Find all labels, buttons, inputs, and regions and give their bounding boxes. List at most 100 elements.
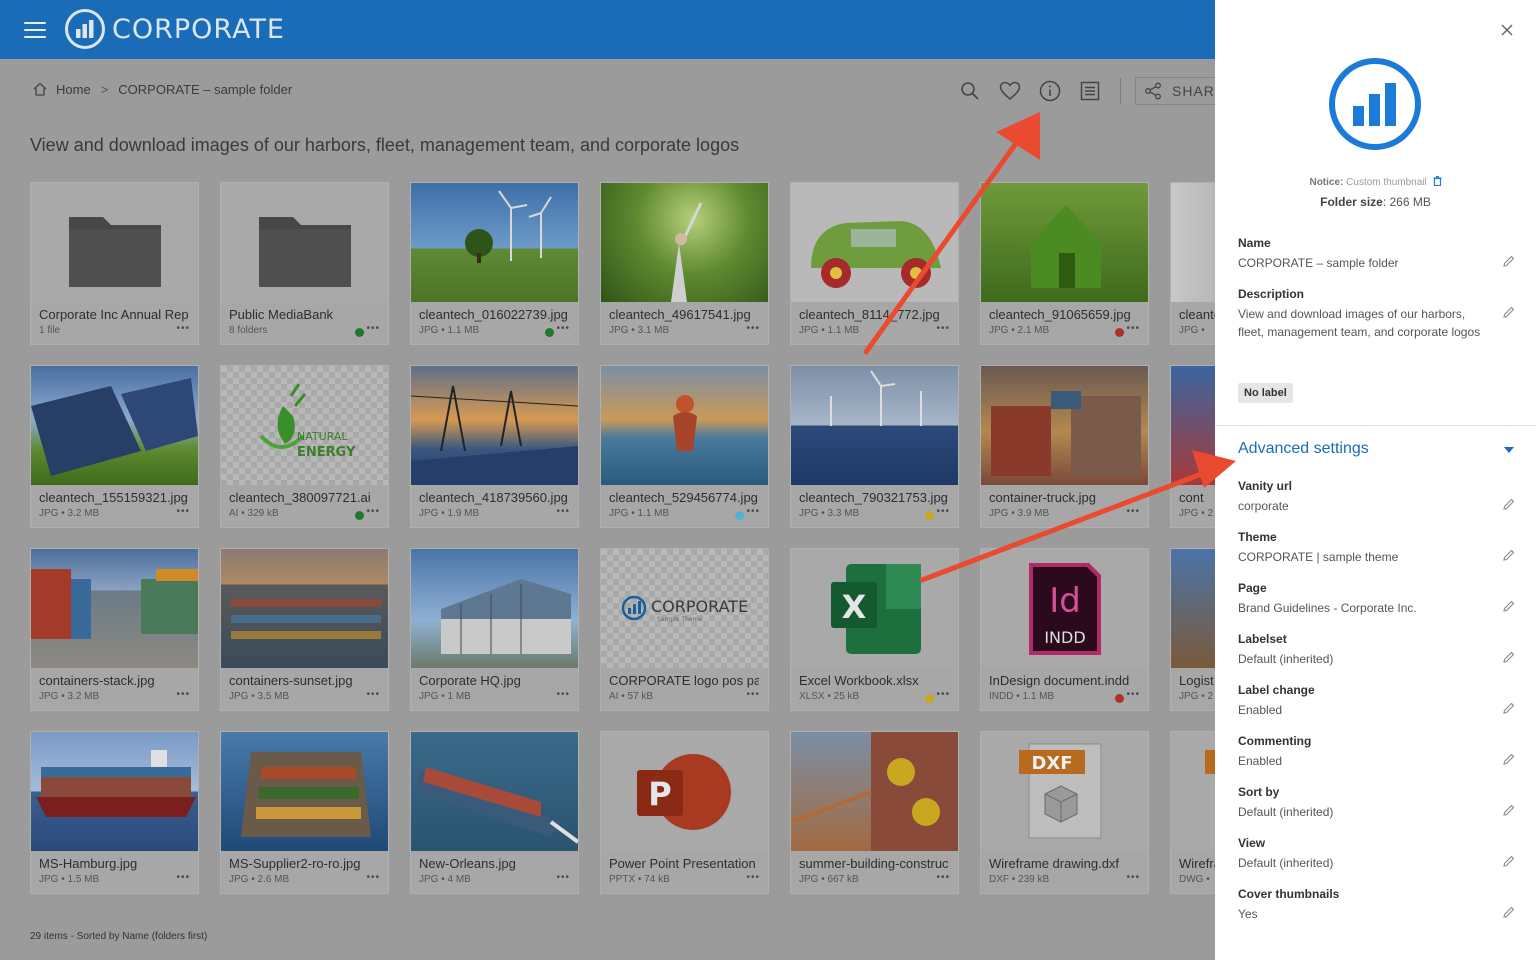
green-car-thumbnail: [791, 183, 958, 302]
setting-label: Cover thumbnails: [1238, 887, 1340, 901]
ship-new-orleans-thumbnail: [411, 732, 578, 851]
asset-card[interactable]: summer-building-construc JPG • 667 kB ••…: [790, 731, 959, 894]
indd-letters: Id: [1049, 581, 1081, 621]
share-button[interactable]: SHARE: [1135, 77, 1215, 105]
asset-card[interactable]: cleantech_8114_772.jpg JPG • 1.1 MB •••: [790, 182, 959, 345]
advanced-settings-toggle[interactable]: Advanced settings: [1238, 440, 1369, 458]
item-meta: JPG • 1.5 MB: [39, 874, 100, 885]
details-list-icon[interactable]: [1078, 79, 1102, 103]
more-options-icon[interactable]: •••: [556, 506, 570, 517]
asset-card[interactable]: Wirefra DWG •: [1170, 731, 1215, 894]
edit-icon[interactable]: [1502, 854, 1516, 868]
asset-card[interactable]: cleantech_155159321.jpg JPG • 3.2 MB •••: [30, 365, 199, 528]
edit-icon[interactable]: [1502, 650, 1516, 664]
more-options-icon[interactable]: •••: [176, 323, 190, 334]
plane-thumbnail: [1171, 366, 1215, 485]
folder-description: View and download images of our harbors,…: [30, 135, 740, 155]
more-options-icon[interactable]: •••: [1126, 506, 1140, 517]
more-options-icon[interactable]: •••: [176, 506, 190, 517]
status-dot: [735, 511, 744, 520]
folder-card[interactable]: Corporate Inc Annual Rep 1 file •••: [30, 182, 199, 345]
more-options-icon[interactable]: •••: [1126, 323, 1140, 334]
asset-card[interactable]: Corporate HQ.jpg JPG • 1 MB •••: [410, 548, 579, 711]
more-options-icon[interactable]: •••: [556, 689, 570, 700]
edit-icon[interactable]: [1502, 752, 1516, 766]
asset-card[interactable]: MS-Hamburg.jpg JPG • 1.5 MB •••: [30, 731, 199, 894]
more-options-icon[interactable]: •••: [746, 689, 760, 700]
more-options-icon[interactable]: •••: [1126, 872, 1140, 883]
asset-card[interactable]: P Power Point Presentation PPTX • 74 kB …: [600, 731, 769, 894]
asset-card[interactable]: X Excel Workbook.xlsx XLSX • 25 kB •••: [790, 548, 959, 711]
more-options-icon[interactable]: •••: [176, 689, 190, 700]
edit-icon[interactable]: [1502, 905, 1516, 919]
edit-icon[interactable]: [1502, 497, 1516, 511]
edit-icon[interactable]: [1502, 599, 1516, 613]
item-meta: JPG • 2.1 MB: [989, 325, 1050, 336]
more-options-icon[interactable]: •••: [366, 872, 380, 883]
more-options-icon[interactable]: •••: [936, 323, 950, 334]
status-dot: [925, 694, 934, 703]
more-options-icon[interactable]: •••: [556, 323, 570, 334]
search-icon[interactable]: [958, 79, 982, 103]
asset-card[interactable]: containers-stack.jpg JPG • 3.2 MB •••: [30, 548, 199, 711]
forest-thumbnail: [601, 183, 768, 302]
status-dot: [1115, 694, 1124, 703]
asset-card[interactable]: DXF Wireframe drawing.dxf DXF • 239 kB •…: [980, 731, 1149, 894]
share-icon: [1145, 82, 1161, 100]
item-meta: 8 folders: [229, 325, 268, 336]
folder-card[interactable]: Public MediaBank 8 folders •••: [220, 182, 389, 345]
asset-card[interactable]: cleantech_418739560.jpg JPG • 1.9 MB •••: [410, 365, 579, 528]
asset-card[interactable]: cont JPG • 2: [1170, 365, 1215, 528]
asset-card[interactable]: cleantech_529456774.jpg JPG • 1.1 MB •••: [600, 365, 769, 528]
info-icon[interactable]: [1038, 79, 1062, 103]
setting-label-change: Label change Enabled: [1238, 683, 1498, 719]
asset-card[interactable]: cleantech_49617541.jpg JPG • 3.1 MB •••: [600, 182, 769, 345]
asset-card[interactable]: CORPORATE Sample Theme CORPORATE logo po…: [600, 548, 769, 711]
asset-card[interactable]: MS-Supplier2-ro-ro.jpg JPG • 2.6 MB •••: [220, 731, 389, 894]
setting-value: Default (inherited): [1238, 805, 1334, 819]
more-options-icon[interactable]: •••: [746, 323, 760, 334]
asset-card[interactable]: container-truck.jpg JPG • 3.9 MB •••: [980, 365, 1149, 528]
more-options-icon[interactable]: •••: [1126, 689, 1140, 700]
more-options-icon[interactable]: •••: [366, 323, 380, 334]
home-icon[interactable]: [32, 81, 48, 97]
edit-icon[interactable]: [1502, 803, 1516, 817]
asset-card[interactable]: NATURAL ENERGY cleantech_380097721.ai AI…: [220, 365, 389, 528]
edit-icon[interactable]: [1502, 701, 1516, 715]
brand-logo[interactable]: CORPORATE: [64, 8, 285, 50]
edit-icon[interactable]: [1502, 548, 1516, 562]
asset-card[interactable]: New-Orleans.jpg JPG • 4 MB •••: [410, 731, 579, 894]
asset-card[interactable]: cleantech_91065659.jpg JPG • 2.1 MB •••: [980, 182, 1149, 345]
chevron-down-icon[interactable]: [1503, 446, 1515, 454]
heart-icon[interactable]: [998, 79, 1022, 103]
more-options-icon[interactable]: •••: [176, 872, 190, 883]
no-label-chip[interactable]: No label: [1238, 383, 1293, 403]
setting-label: Label change: [1238, 683, 1315, 697]
more-options-icon[interactable]: •••: [556, 872, 570, 883]
folder-size-label: Folder size: [1320, 195, 1383, 209]
breadcrumb-home[interactable]: Home: [56, 82, 91, 97]
more-options-icon[interactable]: •••: [936, 872, 950, 883]
asset-card[interactable]: Id INDD InDesign document.indd INDD • 1.…: [980, 548, 1149, 711]
close-icon[interactable]: [1499, 22, 1515, 38]
setting-value: Default (inherited): [1238, 856, 1334, 870]
property-value: View and download images of our harbors,…: [1238, 307, 1481, 339]
more-options-icon[interactable]: •••: [366, 506, 380, 517]
more-options-icon[interactable]: •••: [746, 506, 760, 517]
edit-description-icon[interactable]: [1502, 305, 1516, 319]
asset-card[interactable]: Logist JPG • 2: [1170, 548, 1215, 711]
item-name: Wirefra: [1179, 856, 1215, 871]
breadcrumb: Home > CORPORATE – sample folder: [32, 81, 292, 97]
more-options-icon[interactable]: •••: [936, 689, 950, 700]
asset-card[interactable]: cleante JPG •: [1170, 182, 1215, 345]
menu-icon[interactable]: [24, 22, 46, 38]
more-options-icon[interactable]: •••: [366, 689, 380, 700]
asset-card[interactable]: cleantech_016022739.jpg JPG • 1.1 MB •••: [410, 182, 579, 345]
edit-name-icon[interactable]: [1502, 254, 1516, 268]
more-options-icon[interactable]: •••: [746, 872, 760, 883]
more-options-icon[interactable]: •••: [936, 506, 950, 517]
trash-icon[interactable]: [1433, 176, 1442, 187]
power-lines-thumbnail: [411, 366, 578, 485]
asset-card[interactable]: cleantech_790321753.jpg JPG • 3.3 MB •••: [790, 365, 959, 528]
asset-card[interactable]: containers-sunset.jpg JPG • 3.5 MB •••: [220, 548, 389, 711]
